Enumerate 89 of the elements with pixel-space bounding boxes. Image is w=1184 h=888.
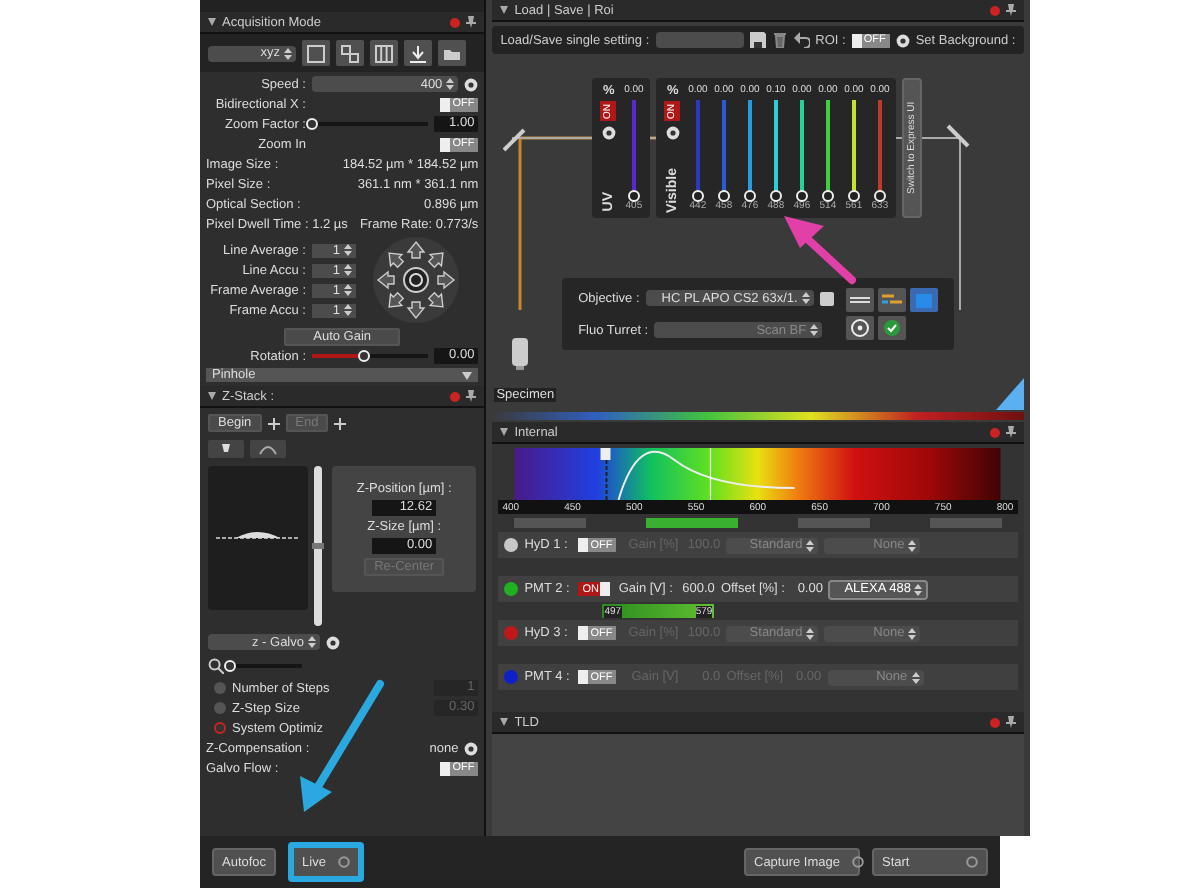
caret-icon [806, 539, 815, 551]
gear-icon[interactable] [601, 125, 616, 139]
slider-thumb[interactable] [873, 190, 886, 202]
laser-slider-track[interactable] [695, 100, 700, 196]
pin-icon[interactable] [1005, 426, 1016, 438]
gear-icon[interactable] [326, 635, 340, 649]
slider-thumb[interactable] [847, 190, 860, 202]
radio-button[interactable] [214, 682, 226, 694]
caret-icon [806, 627, 815, 639]
frame-icon[interactable] [306, 43, 326, 63]
indicator-icon [337, 856, 350, 868]
caret-icon [284, 47, 292, 59]
cube-icon[interactable] [909, 288, 938, 312]
slider-thumb[interactable] [627, 190, 640, 202]
pin-icon[interactable] [1005, 4, 1016, 16]
indicator-icon [966, 856, 978, 868]
caret-icon [344, 264, 352, 276]
trash-icon[interactable] [771, 32, 788, 48]
gear-icon[interactable] [895, 33, 910, 47]
slider-thumb[interactable] [312, 543, 324, 549]
triangle-icon [500, 428, 509, 436]
pin-icon[interactable] [466, 16, 477, 28]
laser-slider-track[interactable] [631, 100, 636, 196]
record-icon [989, 427, 1000, 437]
slider-thumb[interactable] [358, 350, 371, 362]
save-icon[interactable] [749, 32, 766, 48]
annotation-arrow [784, 216, 856, 284]
slider-thumb[interactable] [306, 118, 318, 130]
caret-icon [308, 636, 316, 648]
caret-icon [344, 304, 352, 316]
link-icon[interactable] [340, 43, 360, 63]
plus-icon[interactable] [334, 417, 347, 429]
record-icon [989, 717, 1000, 727]
gear-icon[interactable] [464, 77, 479, 91]
pin-icon[interactable] [466, 390, 477, 402]
turret-icon[interactable] [845, 316, 874, 340]
direction-pad[interactable] [372, 236, 460, 324]
radio-button[interactable] [214, 722, 226, 734]
record-icon [989, 5, 1000, 15]
prism-icon [995, 378, 1024, 410]
laser-slider-track[interactable] [825, 100, 830, 196]
laser-slider-track[interactable] [799, 100, 804, 196]
laser-slider-track[interactable] [773, 100, 778, 196]
lamp-icon[interactable] [208, 440, 244, 458]
filter-icon[interactable] [845, 288, 874, 312]
slider-thumb[interactable] [691, 190, 704, 202]
plus-icon[interactable] [267, 417, 280, 429]
caret-icon [908, 539, 917, 551]
caret-icon [911, 671, 920, 683]
caret-icon [810, 324, 819, 336]
caret-icon [462, 371, 473, 379]
slider-thumb[interactable] [717, 190, 730, 202]
objective-lens-icon [510, 338, 531, 370]
filter-wheel-icon[interactable] [877, 288, 906, 312]
caret-icon [801, 292, 810, 304]
specimen-focus-drawing [208, 466, 308, 610]
gear-icon[interactable] [464, 741, 479, 755]
laser-slider-track[interactable] [851, 100, 856, 196]
indicator-icon [852, 856, 864, 868]
triangle-icon [208, 18, 216, 26]
triangle-icon [500, 718, 509, 726]
caret-icon [344, 244, 352, 256]
slider-thumb[interactable] [224, 660, 236, 672]
copy-icon[interactable] [819, 291, 834, 305]
slider-thumb[interactable] [821, 190, 834, 202]
gear-icon[interactable] [665, 125, 680, 139]
dome-icon[interactable] [250, 440, 286, 458]
laser-slider-track[interactable] [747, 100, 752, 196]
radio-button[interactable] [214, 702, 226, 714]
triangle-icon [500, 6, 509, 14]
check-icon[interactable] [877, 316, 906, 340]
triangle-icon [208, 392, 216, 400]
record-icon [450, 391, 461, 401]
laser-slider-track[interactable] [877, 100, 882, 196]
laser-slider-track[interactable] [721, 100, 726, 196]
caret-icon [446, 78, 455, 90]
record-icon [450, 17, 461, 27]
zoom-icon[interactable] [208, 658, 224, 674]
slider-thumb[interactable] [795, 190, 808, 202]
focus-slider[interactable] [312, 466, 324, 626]
undo-icon[interactable] [793, 32, 810, 48]
caret-icon [344, 284, 352, 296]
pin-icon[interactable] [1005, 716, 1016, 728]
download-icon[interactable] [408, 43, 428, 63]
slider-thumb[interactable] [743, 190, 756, 202]
slider-thumb[interactable] [769, 189, 782, 202]
caret-icon [914, 583, 923, 595]
grid-icon[interactable] [374, 43, 394, 63]
caret-icon [908, 627, 917, 639]
